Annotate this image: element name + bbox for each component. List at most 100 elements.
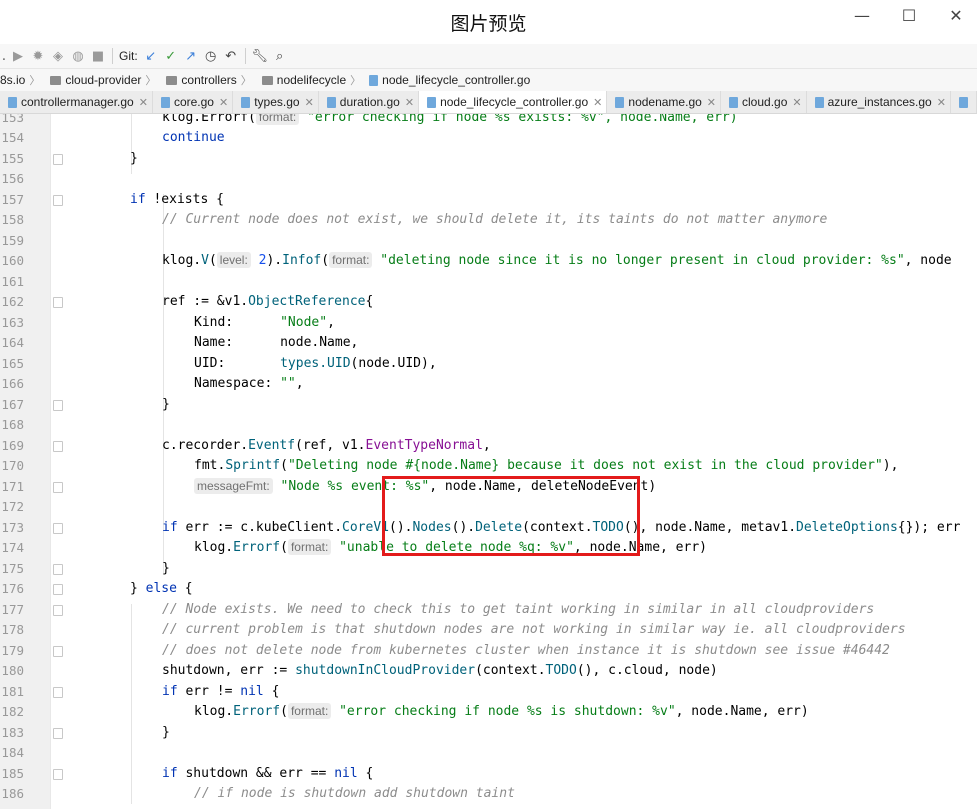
tab-cloud[interactable]: cloud.go ✕ — [721, 91, 807, 113]
maximize-button[interactable]: ☐ — [895, 6, 923, 26]
fold-marker-icon[interactable] — [53, 686, 63, 698]
tab-duration[interactable]: duration.go ✕ — [319, 91, 420, 113]
git-push-icon[interactable]: ↗ — [181, 46, 201, 66]
code-token: , — [482, 437, 491, 453]
breadcrumb-label: cloud-provider — [65, 73, 142, 87]
fold-marker-icon[interactable] — [53, 153, 63, 165]
line-number: 165 — [1, 355, 24, 371]
fold-marker-icon[interactable] — [53, 727, 63, 739]
code-line: 166 Namespace: "", — [0, 374, 977, 395]
tab-label: cloud.go — [742, 95, 788, 109]
tab-nodename[interactable]: nodename.go ✕ — [607, 91, 722, 113]
code-token: if — [162, 519, 178, 535]
code-token: err := c.kubeClient. — [177, 519, 343, 535]
git-rollback-icon[interactable]: ↶ — [221, 46, 241, 66]
fold-marker-icon[interactable] — [53, 645, 63, 657]
tab-core[interactable]: core.go ✕ — [153, 91, 234, 113]
close-icon[interactable]: ✕ — [219, 96, 228, 109]
code-text: // does not delete node from kubernetes … — [162, 642, 890, 658]
search-icon[interactable]: ⌕ — [270, 46, 290, 66]
code-token: else — [145, 581, 177, 596]
code-token: Eventf — [248, 437, 296, 453]
code-token: types.UID — [280, 355, 351, 371]
fold-marker-icon[interactable] — [53, 194, 63, 206]
code-editor[interactable]: 153 klog.Errorf(format: "error checking i… — [0, 114, 977, 809]
code-text: UID: types.UID(node.UID), — [98, 354, 437, 375]
coverage-icon[interactable]: ◈ — [48, 46, 68, 66]
fold-marker-icon[interactable] — [53, 522, 63, 534]
code-token: if — [130, 191, 146, 207]
code-token: V — [201, 253, 209, 268]
fold-marker-icon[interactable] — [53, 481, 63, 493]
code-text: // Current node does not exist, we shoul… — [162, 212, 828, 227]
breadcrumb-item[interactable]: nodelifecycle 〉 — [258, 72, 361, 88]
close-icon[interactable]: ✕ — [593, 96, 602, 109]
tab-types[interactable]: types.go ✕ — [233, 91, 319, 113]
minimize-button[interactable]: — — [848, 6, 876, 26]
git-update-icon[interactable]: ↙ — [141, 46, 161, 66]
profile-icon[interactable]: ◍ — [68, 46, 88, 66]
go-file-icon — [729, 96, 739, 108]
debug-icon[interactable]: ✹ — [28, 46, 48, 66]
ide-toolbar: . ▶ ✹ ◈ ◍ ■ Git: ↙ ✓ ↗ ◷ ↶ 🔧︎ ⌕ — [0, 44, 977, 68]
window-titlebar: 图片预览 — ☐ ✕ — [0, 0, 977, 44]
close-icon[interactable]: ✕ — [139, 96, 148, 109]
run-icon[interactable]: ▶ — [8, 46, 28, 66]
code-text: continue — [162, 130, 225, 145]
fold-marker-icon[interactable] — [53, 768, 63, 780]
fold-marker-icon[interactable] — [53, 584, 63, 595]
code-text: klog.V(level: 2).Infof(format: "deleting… — [98, 251, 952, 272]
line-number: 156 — [1, 171, 24, 186]
breadcrumb: 8s.io 〉 cloud-provider 〉 controllers 〉 n… — [0, 68, 977, 91]
close-icon[interactable]: ✕ — [305, 96, 314, 109]
line-number: 177 — [1, 601, 24, 617]
close-icon[interactable]: ✕ — [405, 96, 414, 109]
breadcrumb-item[interactable]: 8s.io 〉 — [0, 72, 40, 88]
toolbar-edge-icon[interactable]: . — [0, 46, 8, 66]
line-number: 167 — [1, 396, 24, 412]
tab-node-lifecycle-controller[interactable]: node_lifecycle_controller.go ✕ — [419, 91, 608, 113]
code-line: 160 klog.V(level: 2).Infof(format: "delet… — [0, 251, 977, 272]
code-token: , node.Name, err) — [675, 704, 809, 719]
code-token: { — [263, 683, 280, 699]
tab-label: node_lifecycle_controller.go — [440, 95, 589, 109]
line-number: 178 — [1, 622, 24, 637]
chevron-right-icon: 〉 — [240, 74, 252, 87]
code-token: Namespace: — [194, 376, 281, 391]
stop-icon[interactable]: ■ — [88, 46, 108, 66]
close-icon[interactable]: ✕ — [707, 96, 716, 109]
highlight-annotation-box — [382, 476, 640, 556]
code-text: } — [130, 150, 138, 166]
line-number: 184 — [1, 745, 24, 760]
breadcrumb-item[interactable]: cloud-provider 〉 — [46, 72, 156, 88]
go-file-icon — [958, 96, 968, 108]
tab-azure-instances[interactable]: azure_instances.go ✕ — [807, 91, 951, 113]
tab-controllermanager[interactable]: controllermanager.go ✕ — [0, 91, 153, 113]
fold-marker-icon[interactable] — [53, 563, 63, 575]
breadcrumb-item[interactable]: controllers 〉 — [162, 72, 252, 88]
code-line: 161 — [0, 272, 977, 293]
close-button[interactable]: ✕ — [942, 6, 970, 26]
wrench-icon[interactable]: 🔧︎ — [250, 46, 270, 66]
fold-marker-icon[interactable] — [53, 604, 63, 616]
code-token: err != — [177, 683, 241, 699]
parameter-hint: format: — [287, 539, 332, 555]
code-token: ref := &v1. — [162, 294, 249, 309]
tab-overflow[interactable] — [951, 91, 977, 113]
line-number: 168 — [1, 417, 24, 432]
close-icon[interactable]: ✕ — [792, 96, 801, 109]
line-number: 185 — [1, 765, 24, 781]
fold-marker-icon[interactable] — [53, 297, 63, 308]
folder-icon — [166, 75, 178, 85]
close-icon[interactable]: ✕ — [937, 96, 946, 109]
breadcrumb-item[interactable]: node_lifecycle_controller.go — [367, 73, 530, 87]
git-history-icon[interactable]: ◷ — [201, 46, 221, 66]
line-number: 161 — [1, 273, 24, 289]
fold-marker-icon[interactable] — [53, 440, 63, 452]
line-number: 160 — [1, 253, 24, 268]
code-token: !exists { — [145, 191, 224, 207]
code-line: 169 c.recorder.Eventf(ref, v1.EventTypeNo… — [0, 436, 977, 457]
git-commit-icon[interactable]: ✓ — [161, 46, 181, 66]
parameter-hint: format: — [287, 703, 332, 719]
fold-marker-icon[interactable] — [53, 399, 63, 411]
